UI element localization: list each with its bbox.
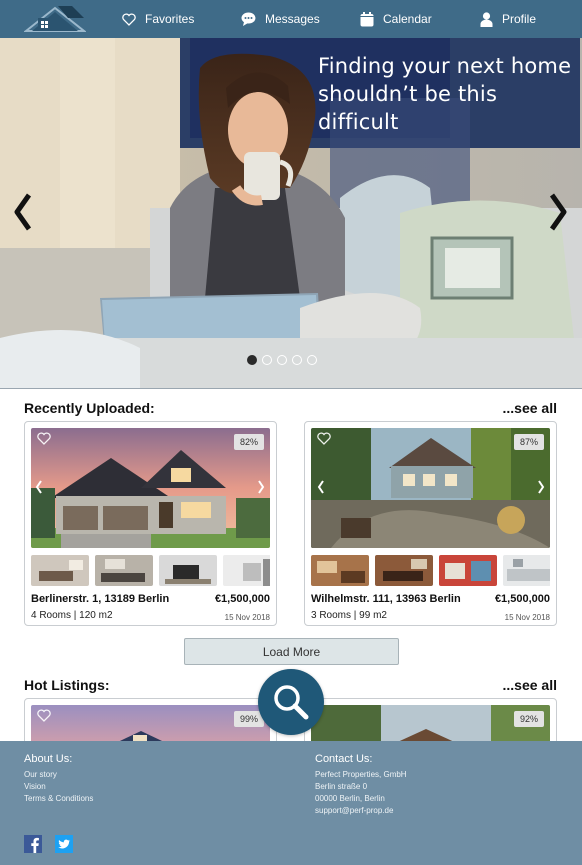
top-nav: Favorites Messages Calendar Profile bbox=[0, 0, 582, 38]
nav-profile[interactable]: Profile bbox=[480, 0, 536, 38]
listing-card[interactable]: 87% Wilhelmstr. 111, 13963 Berlin €1,500… bbox=[304, 421, 557, 626]
logo-house-icon[interactable] bbox=[23, 4, 87, 32]
match-badge: 87% bbox=[513, 434, 544, 450]
listing-date: 15 Nov 2018 bbox=[224, 613, 270, 622]
match-badge: 92% bbox=[513, 711, 544, 727]
hero-prev-button[interactable] bbox=[12, 192, 34, 237]
photo-prev-icon[interactable] bbox=[317, 480, 325, 499]
photo-next-icon[interactable] bbox=[257, 480, 265, 499]
footer-email-link[interactable]: support@perf-prop.de bbox=[315, 806, 393, 815]
carousel-dot[interactable] bbox=[277, 355, 287, 365]
thumbnail[interactable] bbox=[223, 555, 270, 586]
twitter-icon[interactable] bbox=[55, 835, 73, 853]
chevron-right-icon bbox=[549, 193, 567, 231]
thumbnail[interactable] bbox=[159, 555, 217, 586]
hero-carousel: Finding your next home shouldn’t be this… bbox=[0, 38, 582, 389]
match-badge: 82% bbox=[233, 434, 264, 450]
thumbnail[interactable] bbox=[31, 555, 89, 586]
footer-street: Berlin straße 0 bbox=[315, 782, 368, 791]
footer-contact-title: Contact Us: bbox=[315, 753, 373, 765]
footer-city: 00000 Berlin, Berlin bbox=[315, 794, 385, 803]
listing-address: Wilhelmstr. 111, 13963 Berlin bbox=[311, 593, 461, 605]
calendar-icon bbox=[360, 11, 374, 26]
favorite-heart-icon[interactable] bbox=[317, 432, 331, 450]
listing-card[interactable]: 82% Berlinerstr. 1, 13189 Berlin €1,500,… bbox=[24, 421, 277, 626]
heart-icon bbox=[122, 12, 136, 26]
user-icon bbox=[480, 11, 493, 27]
carousel-dots bbox=[247, 355, 317, 365]
hot-listings-title: Hot Listings: bbox=[24, 677, 110, 693]
recently-uploaded-see-all[interactable]: ...see all bbox=[503, 400, 557, 416]
load-more-button[interactable]: Load More bbox=[184, 638, 399, 665]
search-button[interactable] bbox=[258, 669, 324, 735]
hero-headline: Finding your next home shouldn’t be this… bbox=[318, 54, 572, 134]
nav-favorites[interactable]: Favorites bbox=[122, 0, 194, 38]
nav-favorites-label: Favorites bbox=[145, 12, 195, 26]
thumbnail-strip bbox=[31, 555, 270, 587]
listing-address: Berlinerstr. 1, 13189 Berlin bbox=[31, 593, 170, 605]
listing-main-photo[interactable]: 82% bbox=[31, 428, 270, 548]
carousel-dot[interactable] bbox=[292, 355, 302, 365]
carousel-dot[interactable] bbox=[307, 355, 317, 365]
nav-messages[interactable]: Messages bbox=[241, 0, 320, 38]
favorite-heart-icon[interactable] bbox=[37, 432, 51, 450]
footer-company-name: Perfect Properties, GmbH bbox=[315, 770, 407, 779]
nav-messages-label: Messages bbox=[265, 12, 320, 26]
chevron-left-icon bbox=[14, 193, 32, 231]
footer: About Us: Our story Vision Terms & Condi… bbox=[0, 741, 582, 865]
listing-date: 15 Nov 2018 bbox=[504, 613, 550, 622]
listing-price: €1,500,000 bbox=[214, 593, 270, 605]
nav-calendar[interactable]: Calendar bbox=[360, 0, 432, 38]
listing-rooms: 4 Rooms | 120 m2 bbox=[31, 610, 113, 621]
listing-main-photo[interactable]: 87% bbox=[311, 428, 550, 548]
carousel-dot[interactable] bbox=[247, 355, 257, 365]
nav-profile-label: Profile bbox=[502, 12, 537, 26]
facebook-icon[interactable] bbox=[24, 835, 42, 853]
search-icon bbox=[274, 685, 309, 720]
footer-link-terms[interactable]: Terms & Conditions bbox=[24, 794, 93, 803]
chat-icon bbox=[241, 12, 256, 26]
footer-link-vision[interactable]: Vision bbox=[24, 782, 46, 791]
listing-rooms: 3 Rooms | 99 m2 bbox=[311, 610, 387, 621]
photo-next-icon[interactable] bbox=[537, 480, 545, 499]
thumbnail[interactable] bbox=[311, 555, 369, 586]
thumbnail[interactable] bbox=[503, 555, 550, 586]
thumbnail[interactable] bbox=[439, 555, 497, 586]
footer-link-our-story[interactable]: Our story bbox=[24, 770, 57, 779]
hero-next-button[interactable] bbox=[547, 192, 569, 237]
nav-calendar-label: Calendar bbox=[383, 12, 432, 26]
photo-prev-icon[interactable] bbox=[35, 480, 43, 499]
thumbnail[interactable] bbox=[375, 555, 433, 586]
favorite-heart-icon[interactable] bbox=[37, 709, 51, 727]
footer-about-title: About Us: bbox=[24, 753, 73, 765]
thumbnail-strip bbox=[311, 555, 550, 587]
recently-uploaded-title: Recently Uploaded: bbox=[24, 400, 155, 416]
listing-price: €1,500,000 bbox=[494, 593, 550, 605]
carousel-dot[interactable] bbox=[262, 355, 272, 365]
thumbnail[interactable] bbox=[95, 555, 153, 586]
hot-listings-see-all[interactable]: ...see all bbox=[503, 677, 557, 693]
